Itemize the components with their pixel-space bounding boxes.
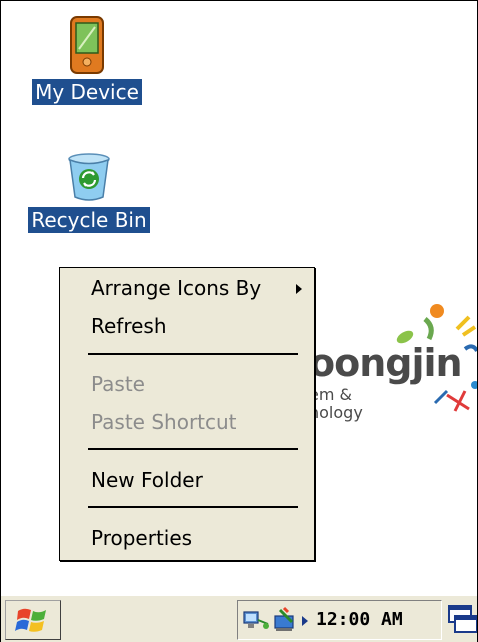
- menu-item-new-folder[interactable]: New Folder: [60, 464, 314, 496]
- menu-item-label: Paste Shortcut: [91, 410, 237, 434]
- my-device-shortcut[interactable]: My Device: [27, 15, 147, 105]
- menu-separator: [88, 506, 298, 508]
- recycle-bin-label: Recycle Bin: [28, 207, 150, 233]
- wallpaper-logo: oongjin em & nology: [297, 299, 477, 439]
- menu-item-label: Refresh: [91, 314, 167, 338]
- logo-wordmark: oongjin: [309, 341, 463, 385]
- windows-flag-icon: [15, 608, 46, 632]
- menu-item-properties[interactable]: Properties: [60, 522, 314, 554]
- clock[interactable]: 12:00 AM: [316, 609, 403, 630]
- desktop[interactable]: My Device Recycle Bin oongjin em & nolog…: [0, 0, 478, 642]
- recycle-bin-shortcut[interactable]: Recycle Bin: [19, 151, 159, 233]
- menu-item-label: Arrange Icons By: [91, 276, 262, 300]
- my-device-label: My Device: [32, 79, 142, 105]
- menu-separator: [88, 353, 298, 355]
- menu-item-label: New Folder: [91, 468, 203, 492]
- menu-item-label: Paste: [91, 372, 145, 396]
- menu-separator: [88, 448, 298, 450]
- system-tray: 12:00 AM: [237, 600, 442, 640]
- show-desktop-icon[interactable]: [447, 602, 477, 640]
- submenu-arrow-icon: [296, 284, 302, 294]
- menu-item-refresh[interactable]: Refresh: [60, 310, 314, 342]
- connection-status-icon[interactable]: [272, 606, 300, 634]
- pda-device-icon: [70, 16, 104, 74]
- tray-expand-arrow-icon[interactable]: [302, 616, 308, 626]
- taskbar: 12:00 AM: [1, 595, 477, 642]
- start-button[interactable]: [5, 600, 61, 640]
- menu-item-arrange-icons-by[interactable]: Arrange Icons By: [60, 272, 314, 304]
- logo-line-1: em &: [309, 385, 352, 404]
- network-icon[interactable]: [242, 606, 270, 634]
- recycle-bin-icon: [68, 153, 110, 201]
- menu-item-paste-shortcut: Paste Shortcut: [60, 406, 314, 438]
- menu-item-paste: Paste: [60, 368, 314, 400]
- logo-line-2: nology: [309, 403, 363, 422]
- menu-item-label: Properties: [91, 526, 193, 550]
- desktop-context-menu: Arrange Icons By Refresh Paste Paste Sho…: [59, 267, 315, 561]
